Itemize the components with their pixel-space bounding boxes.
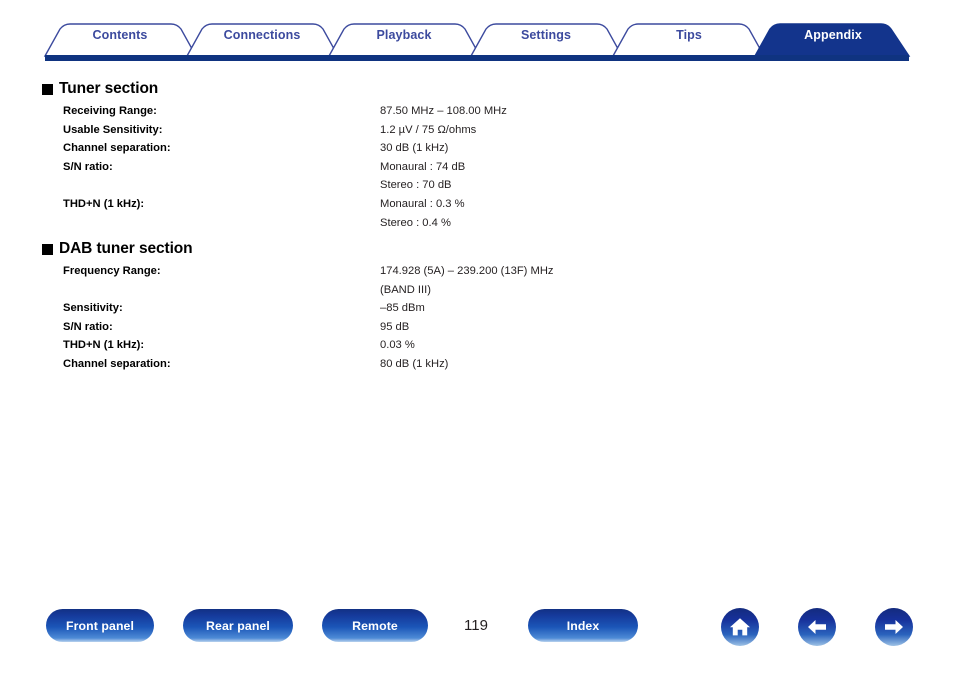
spec-label: THD+N (1 kHz): xyxy=(63,197,145,210)
home-button[interactable] xyxy=(721,608,759,646)
arrow-right-icon xyxy=(882,615,906,639)
square-bullet-icon xyxy=(42,243,53,255)
section-heading-text: Tuner section xyxy=(59,80,159,97)
tab-bar: Contents Connections Playback Settings T… xyxy=(0,0,954,62)
forward-button[interactable] xyxy=(875,608,913,646)
spec-value: 1.2 µV / 75 Ω/ohms xyxy=(380,123,477,136)
spec-label: Frequency Range: xyxy=(63,265,161,277)
spec-value: Monaural : 0.3 % Stereo : 0.4 % xyxy=(380,197,465,229)
spec-value: 95 dB xyxy=(380,320,410,333)
remote-button[interactable]: Remote xyxy=(322,609,428,642)
arrow-left-icon xyxy=(805,615,829,639)
footer-navigation: Front panel Rear panel Remote 119 Index xyxy=(0,605,954,653)
rear-panel-button[interactable]: Rear panel xyxy=(183,609,293,642)
table-row: Channel separation: 80 dB (1 kHz) xyxy=(42,355,554,374)
section-dab-tuner: DAB tuner section Frequency Range: 174.9… xyxy=(42,240,554,374)
section-heading-tuner: Tuner section xyxy=(42,80,507,98)
section-heading-text: DAB tuner section xyxy=(59,240,193,257)
index-button[interactable]: Index xyxy=(528,609,638,642)
spec-value: 0.03 % xyxy=(380,339,415,352)
square-bullet-icon xyxy=(42,83,53,95)
spec-value: 87.50 MHz – 108.00 MHz xyxy=(380,105,507,117)
spec-table-tuner: Receiving Range: 87.50 MHz – 108.00 MHz … xyxy=(42,102,507,232)
page-number: 119 xyxy=(464,617,488,634)
table-row: S/N ratio: 95 dB xyxy=(42,318,554,337)
table-row: Usable Sensitivity: 1.2 µV / 75 Ω/ohms xyxy=(42,121,507,140)
tab-connections[interactable]: Connections xyxy=(224,28,301,42)
table-row: Receiving Range: 87.50 MHz – 108.00 MHz xyxy=(42,102,507,121)
spec-value: 30 dB (1 kHz) xyxy=(380,142,449,155)
spec-label: THD+N (1 kHz): xyxy=(63,339,145,352)
spec-value: Monaural : 74 dB Stereo : 70 dB xyxy=(380,160,466,192)
spec-label: Channel separation: xyxy=(63,142,171,155)
tab-settings[interactable]: Settings xyxy=(521,28,571,42)
tab-contents[interactable]: Contents xyxy=(93,28,148,42)
tab-tips[interactable]: Tips xyxy=(676,28,702,42)
table-row: THD+N (1 kHz): 0.03 % xyxy=(42,336,554,355)
spec-label: S/N ratio: xyxy=(63,320,113,333)
spec-label: Usable Sensitivity: xyxy=(63,123,163,136)
front-panel-button[interactable]: Front panel xyxy=(46,609,154,642)
spec-value: 174.928 (5A) – 239.200 (13F) MHz (BAND I… xyxy=(380,265,554,296)
tab-appendix[interactable]: Appendix xyxy=(804,28,862,42)
spec-value: –85 dBm xyxy=(380,302,425,315)
spec-table-dab-tuner: Frequency Range: 174.928 (5A) – 239.200 … xyxy=(42,262,554,374)
back-button[interactable] xyxy=(798,608,836,646)
spec-label: Channel separation: xyxy=(63,357,171,370)
table-row: THD+N (1 kHz): Monaural : 0.3 % Stereo :… xyxy=(42,195,507,232)
section-heading-dab-tuner: DAB tuner section xyxy=(42,240,554,258)
table-row: Sensitivity: –85 dBm xyxy=(42,299,554,318)
tab-baseline xyxy=(45,55,909,61)
spec-label: S/N ratio: xyxy=(63,160,113,173)
home-icon xyxy=(728,615,752,639)
table-row: Frequency Range: 174.928 (5A) – 239.200 … xyxy=(42,262,554,299)
table-row: Channel separation: 30 dB (1 kHz) xyxy=(42,139,507,158)
spec-label: Sensitivity: xyxy=(63,302,123,315)
table-row: S/N ratio: Monaural : 74 dB Stereo : 70 … xyxy=(42,158,507,195)
spec-label: Receiving Range: xyxy=(63,105,157,117)
section-tuner: Tuner section Receiving Range: 87.50 MHz… xyxy=(42,80,507,232)
spec-value: 80 dB (1 kHz) xyxy=(380,357,449,370)
tab-playback[interactable]: Playback xyxy=(376,28,431,42)
